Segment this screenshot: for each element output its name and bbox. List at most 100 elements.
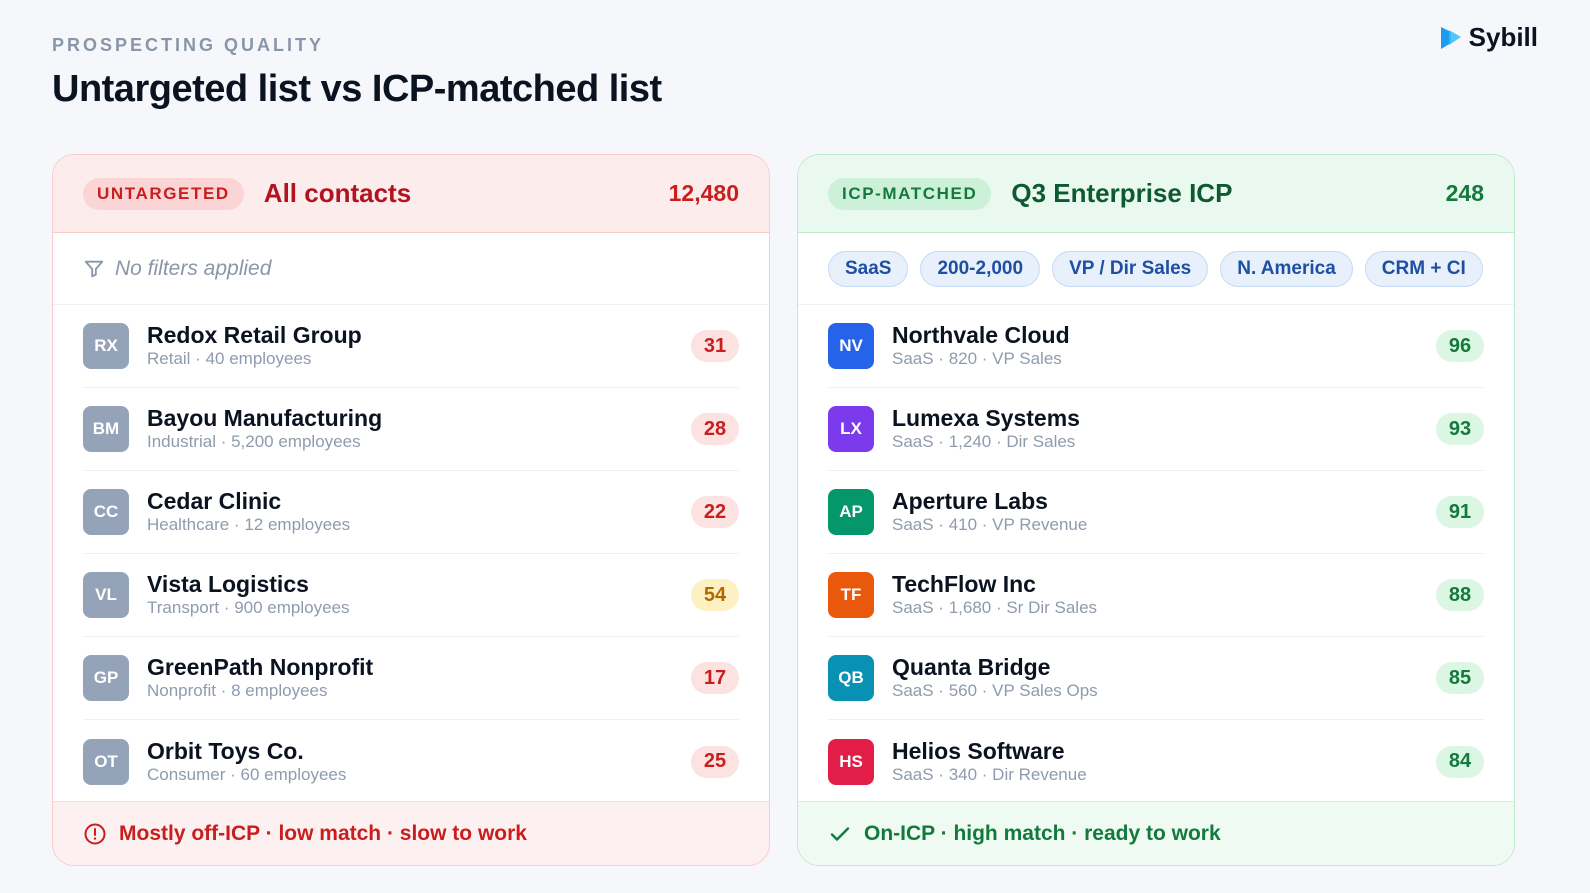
company-avatar: BM <box>83 406 129 452</box>
company-row[interactable]: TF TechFlow Inc SaaS · 1,680 · Sr Dir Sale… <box>828 554 1484 637</box>
company-name: Orbit Toys Co. <box>147 737 304 764</box>
filter-chip[interactable]: N. America <box>1220 250 1353 287</box>
untargeted-tag: UNTARGETED <box>83 177 244 210</box>
company-name: Vista Logistics <box>147 571 309 597</box>
company-name: Cedar Clinic <box>147 488 282 514</box>
company-meta: SaaS · 560 · VP Sales Ops <box>892 681 1098 700</box>
filter-bar: SaaS 200-2,000 VP / Dir Sales N. America CRM… <box>798 233 1514 305</box>
match-score-badge: 96 <box>1436 330 1484 362</box>
company-row[interactable]: QB Quanta Bridge SaaS · 560 · VP Sales Ops… <box>828 637 1484 720</box>
eyebrow-label: PROSPECTING QUALITY <box>52 35 325 55</box>
contact-count: 12,480 <box>668 180 739 206</box>
company-avatar: OT <box>83 738 129 785</box>
company-name: Bayou Manufacturing <box>147 405 383 431</box>
company-row[interactable]: OT Orbit Toys Co. Consumer · 60 employees 2… <box>83 720 739 803</box>
company-meta: Healthcare · 12 employees <box>147 515 351 534</box>
company-name: Helios Software <box>892 737 1065 764</box>
filter-chip[interactable]: 200-2,000 <box>920 250 1041 287</box>
company-row[interactable]: AP Aperture Labs SaaS · 410 · VP Revenue 91 <box>828 471 1484 554</box>
company-avatar: AP <box>828 489 874 535</box>
funnel-icon <box>84 260 104 277</box>
company-name: Quanta Bridge <box>892 654 1051 680</box>
company-info: Lumexa Systems SaaS · 1,240 · Dir Sales <box>892 405 1080 453</box>
company-avatar: LX <box>828 406 874 452</box>
icp-header: ICP-MATCHED Q3 Enterprise ICP 248 <box>798 155 1514 233</box>
match-score-badge: 22 <box>691 496 739 528</box>
company-name: Northvale Cloud <box>892 322 1070 348</box>
match-score-badge: 84 <box>1436 745 1484 778</box>
icp-matched-panel: ICP-MATCHED Q3 Enterprise ICP 248 SaaS 20… <box>797 154 1515 866</box>
filter-chip[interactable]: CRM + CI <box>1364 250 1483 287</box>
checkmark-icon <box>830 826 850 841</box>
company-avatar: CC <box>83 489 129 535</box>
company-info: Helios Software SaaS · 340 · Dir Revenue <box>892 738 1087 786</box>
icp-footer: On-ICP · high match · ready to work <box>798 801 1514 865</box>
company-row[interactable]: GP GreenPath Nonprofit Nonprofit · 8 emplo… <box>83 637 739 720</box>
company-meta: SaaS · 410 · VP Revenue <box>892 515 1088 534</box>
company-meta: SaaS · 1,680 · Sr Dir Sales <box>892 598 1098 617</box>
company-name: GreenPath Nonprofit <box>147 654 374 680</box>
footer-text: Mostly off-ICP · low match · slow to wor… <box>119 821 527 845</box>
company-avatar: TF <box>828 572 874 618</box>
filter-chip[interactable]: VP / Dir Sales <box>1052 250 1209 287</box>
company-row[interactable]: HS Helios Software SaaS · 340 · Dir Revenu… <box>828 720 1484 803</box>
match-score-badge: 54 <box>691 579 739 611</box>
company-info: Quanta Bridge SaaS · 560 · VP Sales Ops <box>892 654 1098 702</box>
company-meta: Industrial · 5,200 employees <box>147 432 361 451</box>
company-row[interactable]: CC Cedar Clinic Healthcare · 12 employees 2… <box>83 471 739 554</box>
brand-logo: Sybill <box>1437 22 1538 53</box>
company-row[interactable]: NV Northvale Cloud SaaS · 820 · VP Sales 96 <box>828 305 1484 388</box>
company-name: Lumexa Systems <box>892 405 1080 431</box>
company-info: TechFlow Inc SaaS · 1,680 · Sr Dir Sales <box>892 571 1097 619</box>
filter-bar: No filters applied <box>53 233 769 305</box>
company-list: RX Redox Retail Group Retail · 40 employee… <box>53 305 769 803</box>
alert-circle-icon <box>84 823 106 844</box>
match-score-badge: 25 <box>691 745 739 778</box>
company-avatar: QB <box>828 655 874 701</box>
company-name: Redox Retail Group <box>147 322 362 348</box>
company-info: Aperture Labs SaaS · 410 · VP Revenue <box>892 488 1087 536</box>
company-info: Orbit Toys Co. Consumer · 60 employees <box>147 738 346 786</box>
footer-text: On-ICP · high match · ready to work <box>864 821 1221 845</box>
company-list: NV Northvale Cloud SaaS · 820 · VP Sales 96… <box>798 305 1514 803</box>
page-title: Untargeted list vs ICP-matched list <box>52 68 662 110</box>
company-avatar: GP <box>83 655 129 701</box>
filter-chip[interactable]: SaaS <box>828 250 909 287</box>
untargeted-footer: Mostly off-ICP · low match · slow to wor… <box>53 801 769 865</box>
company-avatar: RX <box>83 323 129 369</box>
company-meta: SaaS · 340 · Dir Revenue <box>892 764 1087 784</box>
company-meta: SaaS · 1,240 · Dir Sales <box>892 432 1076 451</box>
company-avatar: VL <box>83 572 129 618</box>
company-meta: Retail · 40 employees <box>147 349 312 368</box>
match-score-badge: 88 <box>1436 579 1484 611</box>
company-row[interactable]: LX Lumexa Systems SaaS · 1,240 · Dir Sales… <box>828 388 1484 471</box>
list-name: Q3 Enterprise ICP <box>1011 178 1233 208</box>
company-avatar: NV <box>828 323 874 369</box>
company-row[interactable]: RX Redox Retail Group Retail · 40 employee… <box>83 305 739 388</box>
company-avatar: HS <box>828 738 874 785</box>
company-info: Bayou Manufacturing Industrial · 5,200 em… <box>147 405 382 453</box>
company-meta: SaaS · 820 · VP Sales <box>892 349 1062 368</box>
company-meta: Consumer · 60 employees <box>147 764 347 784</box>
company-meta: Nonprofit · 8 employees <box>147 681 328 700</box>
company-row[interactable]: BM Bayou Manufacturing Industrial · 5,200 … <box>83 388 739 471</box>
contact-count: 248 <box>1445 180 1484 206</box>
company-info: Cedar Clinic Healthcare · 12 employees <box>147 488 350 536</box>
untargeted-header: UNTARGETED All contacts 12,480 <box>53 155 769 233</box>
match-score-badge: 31 <box>691 330 739 362</box>
company-row[interactable]: VL Vista Logistics Transport · 900 employe… <box>83 554 739 637</box>
match-score-badge: 85 <box>1436 662 1484 694</box>
match-score-badge: 91 <box>1436 496 1484 528</box>
company-meta: Transport · 900 employees <box>147 598 350 617</box>
company-name: TechFlow Inc <box>892 571 1036 597</box>
filter-text: No filters applied <box>115 256 272 280</box>
match-score-badge: 93 <box>1436 413 1484 445</box>
sybill-logo-icon <box>1440 26 1461 49</box>
company-info: Vista Logistics Transport · 900 employees <box>147 571 350 619</box>
match-score-badge: 17 <box>691 662 739 694</box>
company-info: Redox Retail Group Retail · 40 employees <box>147 322 362 370</box>
untargeted-panel: UNTARGETED All contacts 12,480 No filter… <box>52 154 770 866</box>
brand-name: Sybill <box>1468 22 1538 52</box>
icp-tag: ICP-MATCHED <box>828 177 992 210</box>
company-info: Northvale Cloud SaaS · 820 · VP Sales <box>892 322 1070 370</box>
